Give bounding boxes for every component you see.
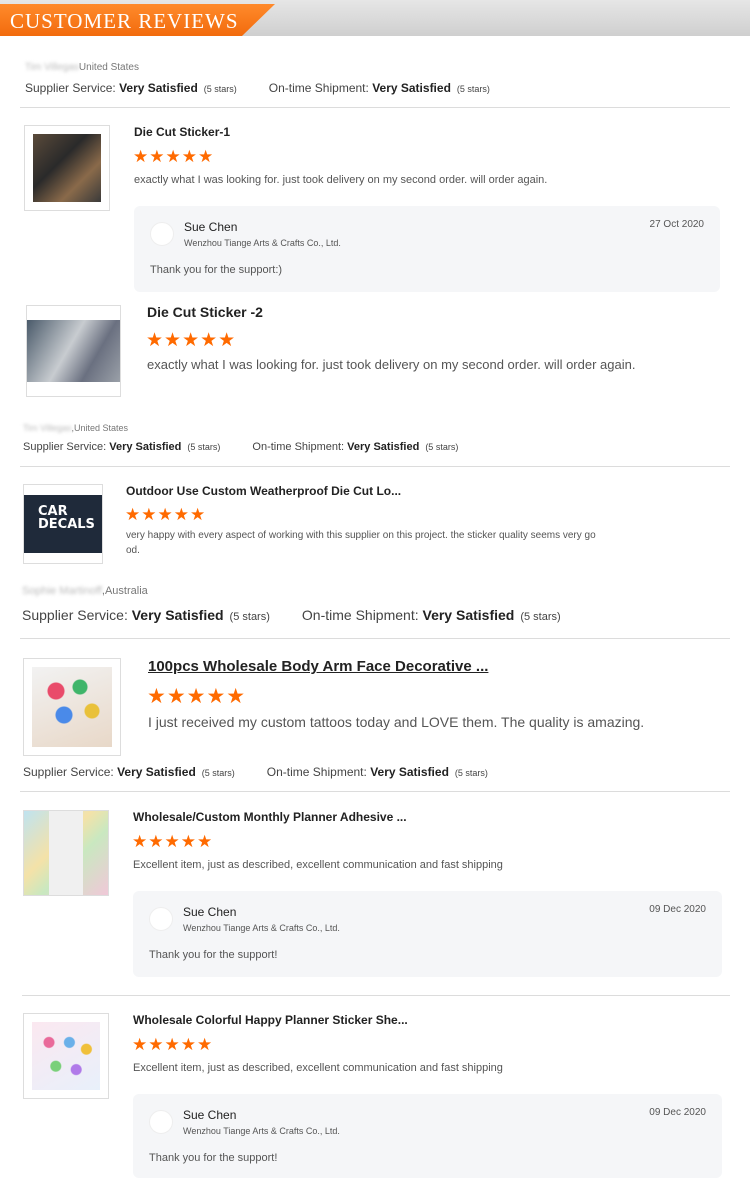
seller-reply: Sue Chen Wenzhou Tiange Arts & Crafts Co… xyxy=(134,206,720,292)
buyer-info: Tim Villegas,United States xyxy=(23,423,128,433)
review-text: exactly what I was looking for. just too… xyxy=(147,357,636,372)
product-title[interactable]: Wholesale Colorful Happy Planner Sticker… xyxy=(133,1013,408,1027)
reply-name: Sue Chen xyxy=(183,905,237,919)
divider xyxy=(20,791,730,792)
avatar xyxy=(149,907,173,931)
divider xyxy=(22,995,730,996)
review-text: I just received my custom tattoos today … xyxy=(148,714,645,730)
star-rating: ★★★★★ xyxy=(133,147,215,166)
product-title[interactable]: Die Cut Sticker -2 xyxy=(147,304,263,320)
product-thumbnail[interactable]: CAR DECALS xyxy=(23,484,103,564)
supplier-rating-line: Supplier Service: Very Satisfied (5 stars… xyxy=(23,441,459,453)
seller-reply: Sue Chen Wenzhou Tiange Arts & Crafts Co… xyxy=(133,891,722,977)
buyer-country: ,United States xyxy=(71,423,129,433)
product-title[interactable]: Wholesale/Custom Monthly Planner Adhesiv… xyxy=(133,810,407,824)
product-thumbnail[interactable] xyxy=(23,810,109,896)
star-rating: ★★★★★ xyxy=(125,505,207,524)
review-text: exactly what I was looking for. just too… xyxy=(134,174,548,186)
star-rating: ★★★★★ xyxy=(147,685,247,708)
buyer-name: Tim Villegas xyxy=(23,423,72,433)
product-thumbnail[interactable] xyxy=(24,125,110,211)
divider xyxy=(20,466,730,467)
review-text-continued: od. xyxy=(126,545,140,556)
avatar xyxy=(149,1110,173,1134)
seller-reply: Sue Chen Wenzhou Tiange Arts & Crafts Co… xyxy=(133,1094,722,1178)
product-thumbnail[interactable] xyxy=(26,305,121,397)
section-title: CUSTOMER REVIEWS xyxy=(10,9,239,33)
reply-message: Thank you for the support! xyxy=(149,949,278,961)
reply-message: Thank you for the support:) xyxy=(150,264,283,276)
reply-name: Sue Chen xyxy=(184,220,238,234)
buyer-info: Sophie Martinoff,Australia xyxy=(22,585,148,597)
buyer-name: Sophie Martinoff xyxy=(22,585,102,597)
product-thumbnail[interactable] xyxy=(23,658,121,756)
review-text: Excellent item, just as described, excel… xyxy=(133,1062,503,1074)
divider xyxy=(20,638,730,639)
divider xyxy=(20,107,730,108)
review-text: Excellent item, just as described, excel… xyxy=(133,859,503,871)
avatar xyxy=(150,222,174,246)
star-rating: ★★★★★ xyxy=(132,1035,214,1054)
product-title[interactable]: Outdoor Use Custom Weatherproof Die Cut … xyxy=(126,484,401,498)
product-title[interactable]: Die Cut Sticker-1 xyxy=(134,125,230,139)
reply-date: 27 Oct 2020 xyxy=(649,219,704,230)
thumbnail-text: CAR DECALS xyxy=(38,504,95,532)
buyer-name: Tim Villegas xyxy=(25,62,79,73)
star-rating: ★★★★★ xyxy=(132,832,214,851)
review-text: very happy with every aspect of working … xyxy=(126,530,596,541)
supplier-rating-line: Supplier Service: Very Satisfied (5 stars… xyxy=(23,765,488,779)
star-rating: ★★★★★ xyxy=(146,330,237,351)
supplier-rating-line: Supplier Service: Very Satisfied (5 stars… xyxy=(25,81,490,95)
buyer-country: ,Australia xyxy=(101,585,148,597)
reply-company: Wenzhou Tiange Arts & Crafts Co., Ltd. xyxy=(184,238,341,248)
product-title-link[interactable]: 100pcs Wholesale Body Arm Face Decorativ… xyxy=(148,658,488,675)
reply-date: 09 Dec 2020 xyxy=(649,904,706,915)
buyer-country: United States xyxy=(78,62,139,73)
supplier-rating-line: Supplier Service: Very Satisfied (5 stars… xyxy=(22,607,561,623)
reply-company: Wenzhou Tiange Arts & Crafts Co., Ltd. xyxy=(183,923,340,933)
buyer-info: Tim VillegasUnited States xyxy=(25,62,139,73)
reply-date: 09 Dec 2020 xyxy=(649,1107,706,1118)
reply-company: Wenzhou Tiange Arts & Crafts Co., Ltd. xyxy=(183,1126,340,1136)
product-thumbnail[interactable] xyxy=(23,1013,109,1099)
reply-message: Thank you for the support! xyxy=(149,1152,278,1164)
reply-name: Sue Chen xyxy=(183,1108,237,1122)
